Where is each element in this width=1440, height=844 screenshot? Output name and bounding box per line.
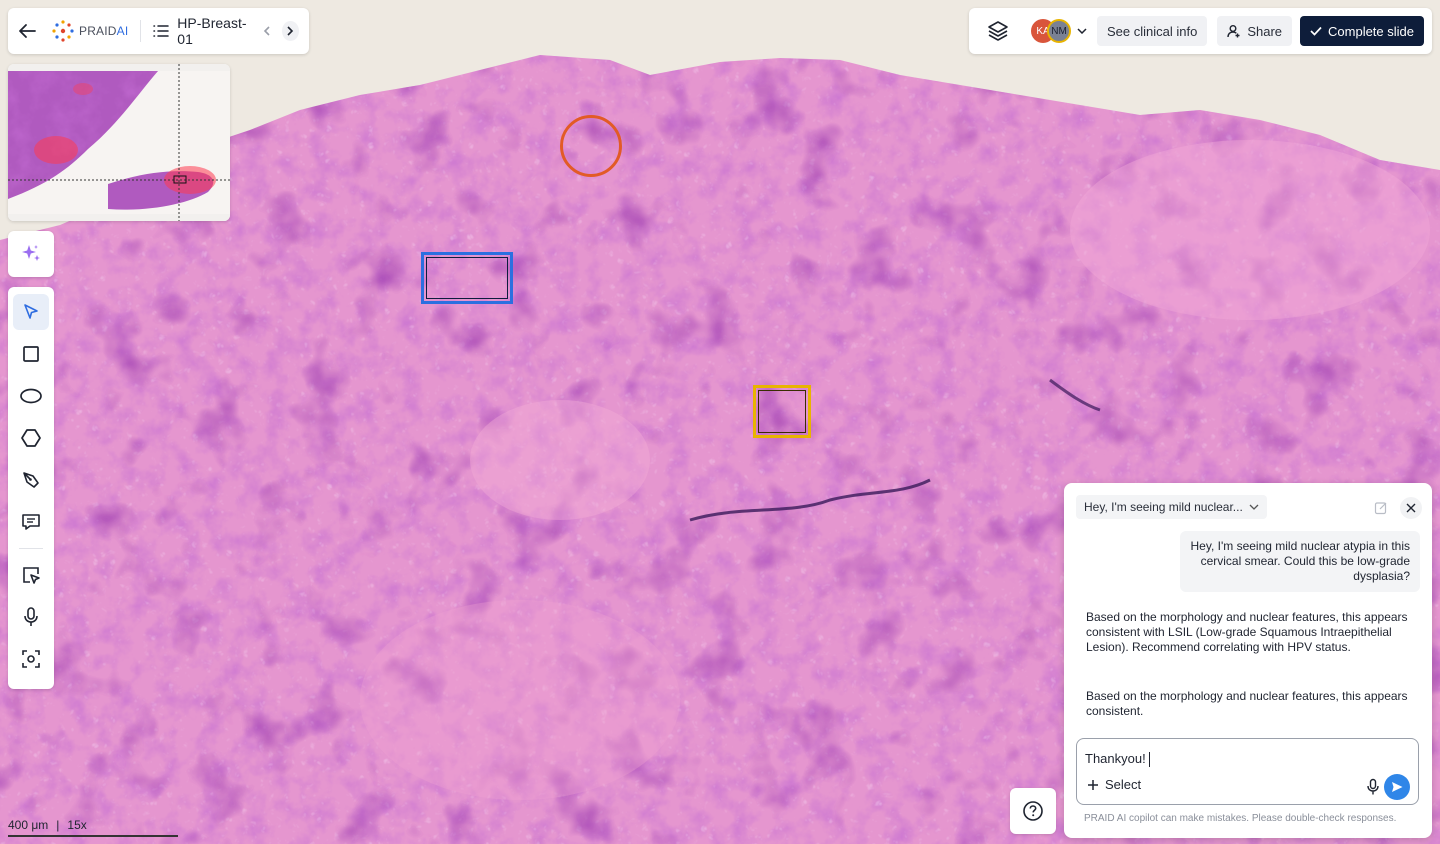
annotation-toolbar: [8, 287, 54, 689]
ai-disclaimer: PRAID AI copilot can make mistakes. Plea…: [1084, 813, 1397, 824]
hexagon-icon: [21, 429, 41, 447]
rectangle-annotation-yellow[interactable]: [753, 385, 811, 438]
toolbar-divider: [19, 548, 43, 549]
region-cursor-icon: [23, 567, 40, 584]
voice-input-button[interactable]: [1366, 778, 1380, 799]
slide-name: HP-Breast-01: [177, 15, 247, 47]
select-label: Select: [1105, 777, 1142, 792]
send-icon: [1392, 782, 1403, 792]
chevron-down-icon: [1077, 28, 1087, 34]
scale-length: 400 μm: [8, 818, 49, 832]
close-icon: [1406, 503, 1416, 513]
ai-message: Based on the morphology and nuclear feat…: [1086, 610, 1408, 654]
praid-logo: PRAIDAI: [51, 19, 128, 43]
complete-slide-button[interactable]: Complete slide: [1300, 16, 1424, 46]
slide-minimap[interactable]: [8, 64, 230, 221]
logo-text: PRAIDAI: [78, 24, 129, 38]
capture-tool[interactable]: [13, 641, 49, 677]
microphone-icon: [24, 607, 38, 626]
pen-tool[interactable]: [13, 462, 49, 498]
chevron-down-icon: [1249, 504, 1259, 510]
layers-icon: [988, 21, 1008, 41]
collaborators[interactable]: KA NM: [1031, 19, 1087, 43]
close-chat-button[interactable]: [1400, 497, 1422, 519]
rectangle-annotation-blue[interactable]: [421, 252, 513, 304]
praid-logo-icon: [52, 20, 74, 42]
comment-tool[interactable]: [13, 504, 49, 540]
pen-icon: [23, 472, 39, 488]
slide-list-icon[interactable]: [153, 22, 170, 40]
avatar: NM: [1047, 19, 1071, 43]
rectangle-tool[interactable]: [13, 336, 49, 372]
send-button[interactable]: [1384, 774, 1410, 800]
comment-icon: [22, 514, 40, 530]
check-icon: [1310, 26, 1322, 36]
user-icon: [1227, 25, 1240, 38]
help-button[interactable]: [1010, 788, 1056, 834]
region-select-tool[interactable]: [13, 557, 49, 593]
thread-title: Hey, I'm seeing mild nuclear...: [1084, 500, 1243, 514]
zoom-level: 15x: [67, 818, 87, 832]
user-message: Hey, I'm seeing mild nuclear atypia in t…: [1180, 531, 1420, 592]
cursor-icon: [24, 304, 38, 319]
select-tool[interactable]: [13, 294, 49, 330]
plus-icon: [1088, 779, 1098, 790]
sparkle-icon: [22, 245, 40, 261]
capture-icon: [22, 650, 40, 668]
ai-copilot-chat: Hey, I'm seeing mild nuclear... Hey, I'm…: [1064, 483, 1432, 838]
rectangle-icon: [23, 346, 39, 362]
ellipse-tool[interactable]: [13, 378, 49, 414]
select-region-button[interactable]: Select: [1087, 777, 1141, 792]
circle-annotation[interactable]: [560, 115, 622, 177]
share-button[interactable]: Share: [1217, 16, 1293, 46]
chat-header-actions: [1374, 497, 1422, 519]
voice-tool[interactable]: [13, 599, 49, 635]
complete-slide-label: Complete slide: [1328, 23, 1415, 39]
see-clinical-info-button[interactable]: See clinical info: [1097, 16, 1208, 46]
layers-button[interactable]: [983, 16, 1013, 46]
ai-assist-button[interactable]: [8, 231, 54, 277]
ai-message: Based on the morphology and nuclear feat…: [1086, 689, 1408, 718]
back-arrow-icon[interactable]: [18, 20, 37, 42]
scale-separator: |: [56, 818, 60, 832]
chat-input-box[interactable]: Thankyou! Select: [1076, 738, 1419, 805]
polygon-tool[interactable]: [13, 420, 49, 456]
share-label: Share: [1247, 23, 1283, 39]
ellipse-icon: [20, 388, 42, 404]
slide-nav-bar: PRAIDAI HP-Breast-01: [8, 8, 309, 54]
thread-selector[interactable]: Hey, I'm seeing mild nuclear...: [1076, 495, 1267, 519]
next-slide-icon[interactable]: [281, 21, 299, 41]
previous-slide-icon[interactable]: [258, 21, 275, 41]
new-chat-icon[interactable]: [1374, 501, 1388, 515]
help-icon: [1023, 801, 1043, 821]
microphone-icon: [1367, 778, 1379, 795]
chat-input[interactable]: Thankyou!: [1085, 751, 1151, 768]
text-caret: [1148, 752, 1151, 768]
slide-actions-bar: KA NM See clinical info Share Complete s…: [969, 8, 1432, 54]
scale-bar: [8, 835, 178, 837]
minimap-thumbnail: [8, 64, 230, 221]
divider: [140, 20, 142, 42]
scale-indicator: 400 μm | 15x: [8, 818, 87, 832]
